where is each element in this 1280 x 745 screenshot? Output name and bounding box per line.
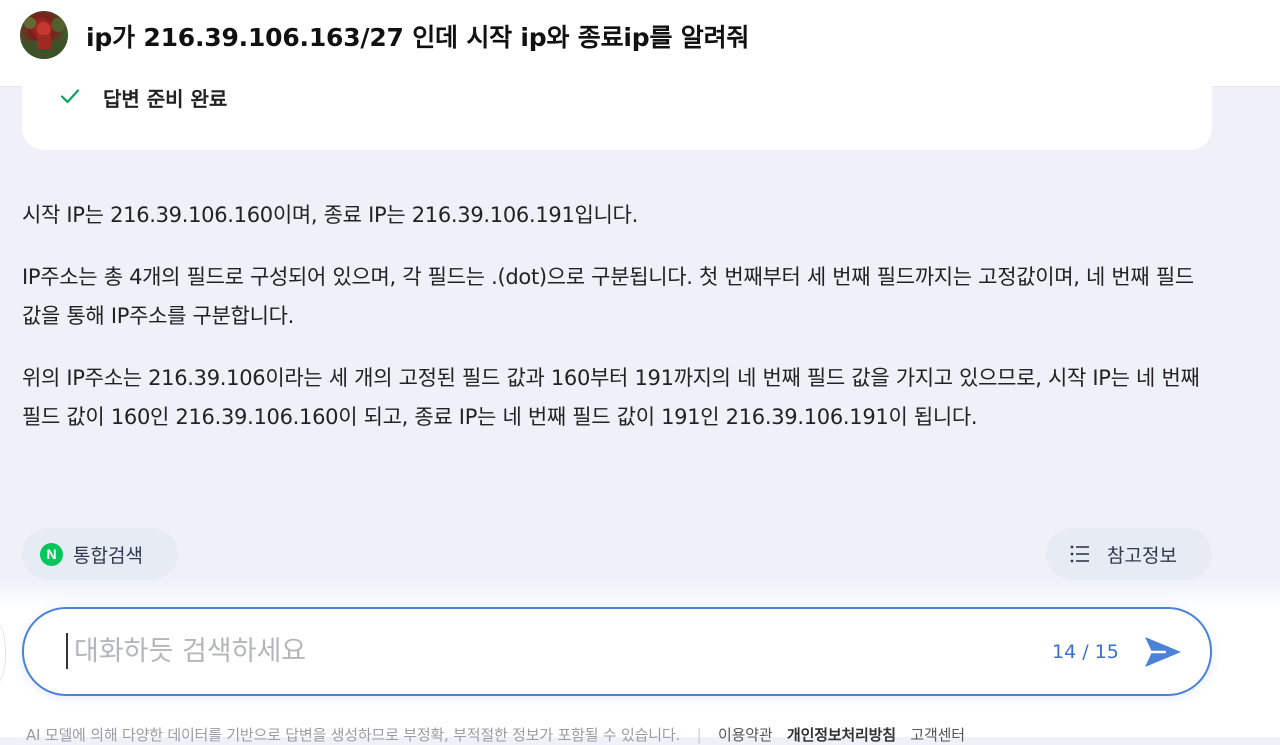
- list-icon: [1070, 545, 1089, 563]
- char-count: 14 / 15: [1052, 641, 1119, 663]
- query-title: ip가 216.39.106.163/27 인데 시작 ip와 종료ip를 알려…: [86, 23, 750, 52]
- support-link[interactable]: 고객센터: [910, 726, 965, 744]
- send-button[interactable]: [1141, 632, 1185, 672]
- privacy-link[interactable]: 개인정보처리방침: [787, 726, 896, 744]
- answer-status-card: 답변 준비 완료: [22, 70, 1212, 150]
- text-caret: [66, 633, 68, 669]
- answer-paragraph: 시작 IP는 216.39.106.160이며, 종료 IP는 216.39.1…: [22, 203, 638, 227]
- answer-paragraph: 위의 IP주소는 216.39.106이라는 세 개의 고정된 필드 값과 16…: [22, 366, 1200, 429]
- integrated-search-button[interactable]: N 통합검색: [22, 528, 178, 580]
- footer: AI 모델에 의해 다양한 데이터를 기반으로 답변을 생성하므로 부정확, 부…: [26, 724, 965, 745]
- naver-logo-icon: N: [40, 543, 63, 566]
- references-label: 참고정보: [1107, 545, 1177, 567]
- search-input[interactable]: [70, 627, 978, 675]
- answer-body: 시작 IP는 216.39.106.160이며, 종료 IP는 216.39.1…: [22, 196, 1212, 460]
- user-avatar[interactable]: [20, 11, 68, 59]
- footer-divider: |: [696, 726, 702, 744]
- references-button[interactable]: 참고정보: [1046, 528, 1212, 580]
- answer-paragraph: IP주소는 총 4개의 필드로 구성되어 있으며, 각 필드는 .(dot)으로…: [22, 265, 1194, 328]
- terms-link[interactable]: 이용약관: [718, 726, 773, 744]
- status-text: 답변 준비 완료: [103, 87, 228, 111]
- integrated-search-label: 통합검색: [73, 545, 143, 567]
- chat-input-box: 14 / 15: [22, 607, 1212, 696]
- check-icon: [60, 89, 80, 104]
- disclaimer-text: AI 모델에 의해 다양한 데이터를 기반으로 답변을 생성하므로 부정확, 부…: [26, 726, 681, 744]
